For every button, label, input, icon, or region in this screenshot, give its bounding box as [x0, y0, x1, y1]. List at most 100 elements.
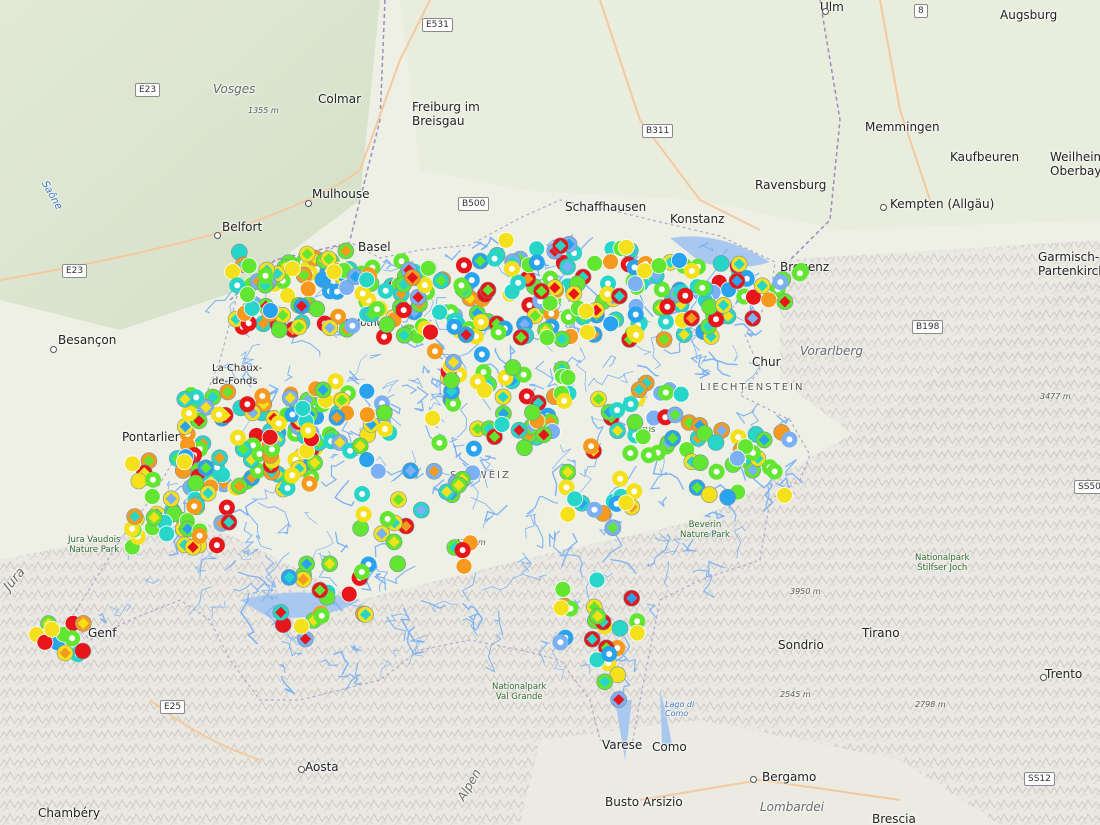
station-marker	[74, 642, 92, 660]
station-marker	[219, 383, 236, 401]
station-marker	[655, 331, 673, 348]
station-marker	[610, 691, 628, 708]
station-marker	[220, 513, 238, 531]
station-marker	[791, 265, 808, 282]
station-marker	[280, 569, 298, 586]
station-marker	[609, 402, 626, 419]
station-marker	[650, 257, 668, 275]
station-marker	[308, 300, 326, 318]
station-marker	[301, 475, 318, 492]
station-marker	[728, 272, 746, 290]
station-marker	[628, 326, 645, 343]
station-marker	[524, 404, 541, 421]
station-marker	[431, 434, 448, 451]
station-marker	[708, 463, 725, 480]
station-marker	[369, 301, 386, 318]
station-marker	[486, 250, 503, 267]
station-marker	[270, 321, 288, 339]
station-marker	[503, 260, 520, 277]
station-marker	[340, 585, 358, 603]
station-marker	[389, 555, 407, 573]
station-markers-layer[interactable]	[0, 0, 1100, 825]
station-marker	[623, 589, 641, 607]
station-marker	[579, 323, 596, 341]
station-marker	[143, 488, 161, 505]
station-marker	[43, 620, 61, 638]
station-marker	[672, 385, 690, 403]
station-marker	[450, 476, 468, 494]
station-marker	[443, 372, 460, 389]
map-view[interactable]: Augsburg Ulm Colmar Freiburg im Breisgau…	[0, 0, 1100, 825]
station-marker	[351, 437, 369, 455]
station-marker	[552, 237, 569, 255]
station-marker	[175, 453, 193, 471]
station-marker	[634, 428, 652, 446]
station-marker	[145, 471, 161, 488]
station-marker	[694, 279, 711, 296]
station-marker	[257, 267, 274, 284]
station-marker	[772, 274, 789, 291]
station-marker	[354, 486, 371, 502]
station-marker	[666, 406, 684, 424]
station-marker	[321, 319, 339, 337]
station-marker	[224, 263, 241, 281]
station-marker	[776, 486, 793, 504]
station-marker	[298, 555, 315, 573]
station-marker	[239, 286, 256, 303]
station-marker	[602, 253, 619, 271]
station-marker	[187, 474, 205, 492]
station-marker	[712, 255, 730, 272]
station-marker	[556, 392, 573, 409]
station-marker	[640, 447, 657, 464]
station-marker	[583, 630, 601, 648]
station-marker	[553, 330, 571, 348]
station-marker	[630, 381, 648, 399]
station-marker	[353, 564, 370, 580]
station-marker	[300, 422, 317, 439]
station-marker	[691, 454, 709, 472]
station-marker	[755, 431, 773, 449]
station-marker	[176, 390, 194, 408]
station-marker	[559, 506, 577, 523]
station-marker	[528, 240, 546, 258]
station-marker	[218, 499, 235, 516]
station-marker	[422, 323, 439, 341]
station-marker	[313, 607, 330, 624]
station-marker	[358, 271, 376, 289]
station-marker	[292, 617, 310, 635]
station-marker	[325, 263, 343, 281]
station-marker	[453, 277, 470, 294]
station-marker	[559, 258, 576, 276]
station-marker	[552, 634, 569, 651]
station-marker	[457, 326, 475, 344]
station-marker	[208, 537, 225, 554]
station-marker	[469, 373, 486, 390]
station-marker	[683, 309, 700, 327]
station-marker	[427, 343, 443, 360]
station-marker	[559, 463, 577, 481]
station-marker	[56, 644, 74, 662]
station-marker	[358, 406, 376, 424]
station-marker	[229, 429, 246, 446]
station-marker	[671, 251, 688, 269]
station-marker	[583, 438, 600, 455]
station-marker	[298, 245, 316, 263]
station-marker	[419, 259, 437, 277]
station-marker	[497, 231, 515, 249]
station-marker	[611, 619, 629, 637]
station-marker	[538, 329, 556, 347]
station-marker	[612, 470, 629, 487]
station-marker	[510, 274, 527, 291]
station-marker	[425, 462, 443, 480]
station-marker	[566, 490, 584, 508]
station-marker	[231, 477, 248, 495]
station-marker	[744, 310, 762, 327]
station-marker	[626, 275, 644, 293]
station-marker	[454, 542, 471, 559]
station-marker	[402, 462, 419, 480]
station-marker	[604, 519, 622, 537]
station-marker	[379, 511, 396, 527]
station-marker	[294, 399, 312, 417]
station-marker	[352, 519, 369, 537]
station-marker	[455, 557, 473, 575]
